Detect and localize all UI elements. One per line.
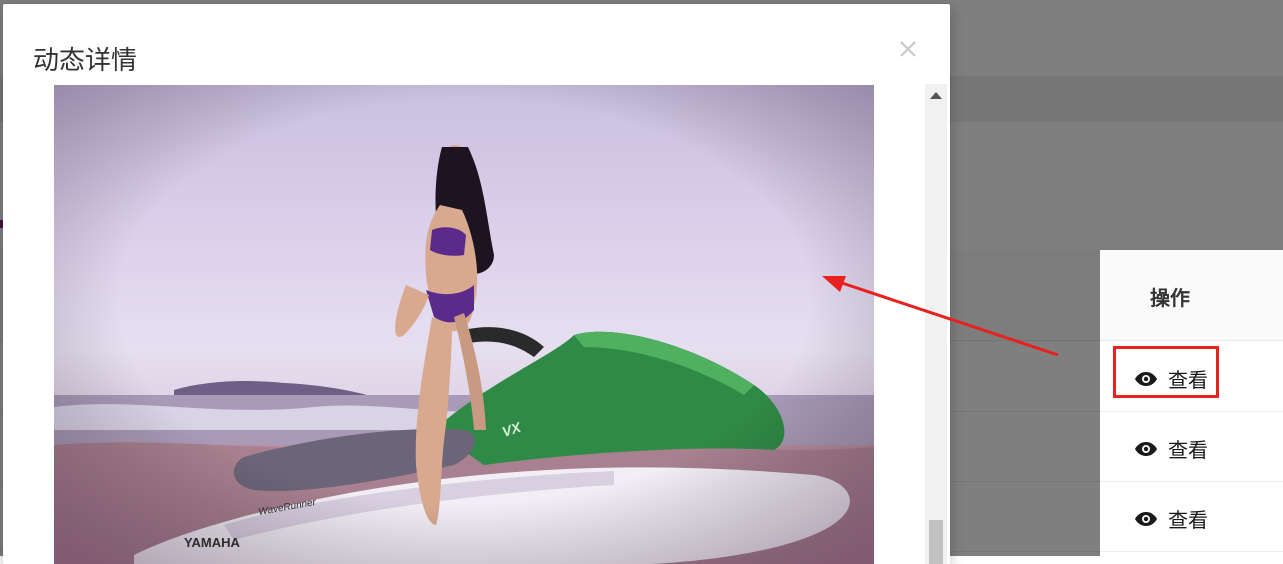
- action-column-header: 操作: [1150, 286, 1190, 310]
- jetski-photo-illustration: YAMAHA WaveRunner VX: [54, 85, 874, 564]
- photo-brand-text: YAMAHA: [184, 535, 240, 550]
- view-label: 查看: [1168, 438, 1208, 462]
- view-label: 查看: [1168, 508, 1208, 532]
- close-icon: [900, 41, 916, 57]
- modal-body: YAMAHA WaveRunner VX: [3, 84, 950, 564]
- view-button[interactable]: 查看: [1134, 504, 1208, 533]
- modal-scrollbar[interactable]: [925, 84, 947, 564]
- close-button[interactable]: [897, 38, 919, 60]
- eye-icon: [1135, 511, 1157, 526]
- scroll-thumb[interactable]: [929, 520, 943, 564]
- modal-title: 动态详情: [33, 46, 138, 76]
- eye-icon: [1135, 441, 1157, 456]
- scroll-up-arrow-icon[interactable]: [930, 92, 942, 99]
- view-button[interactable]: 查看: [1134, 434, 1208, 463]
- detail-modal: 动态详情 YAMAHA WaveRunner VX: [3, 4, 950, 564]
- annotation-highlight-box: [1113, 346, 1219, 398]
- post-photo: YAMAHA WaveRunner VX: [54, 85, 874, 564]
